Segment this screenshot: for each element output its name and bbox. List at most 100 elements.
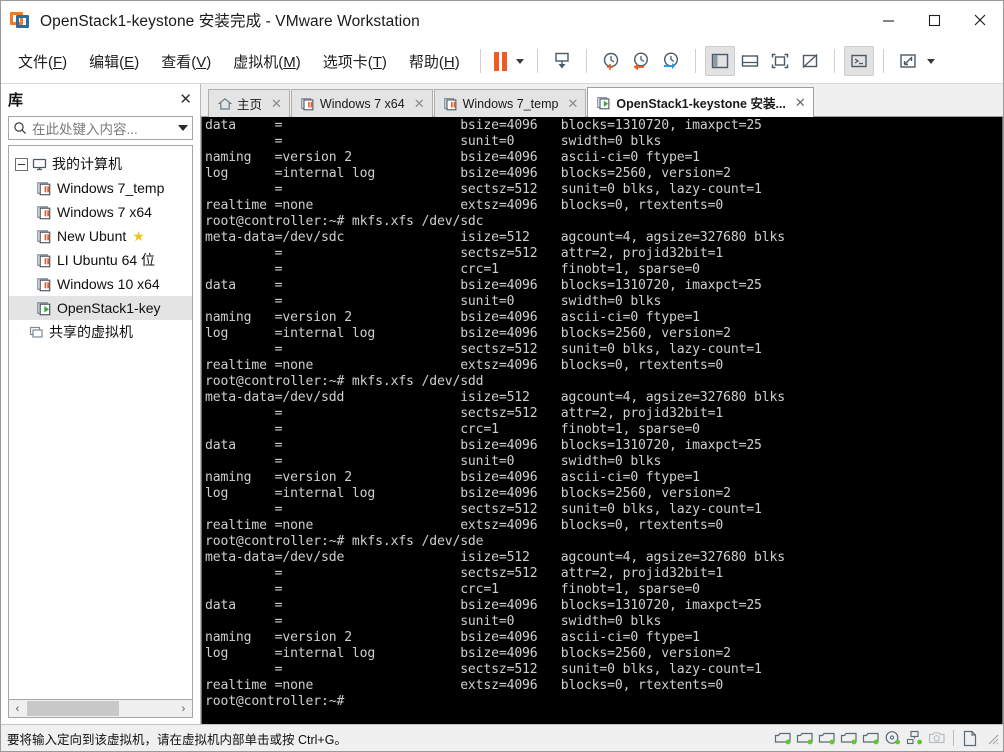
- menu-view[interactable]: 查看(V): [150, 45, 222, 78]
- search-dropdown-chevron-down-icon[interactable]: [178, 125, 188, 131]
- take-snapshot-button[interactable]: [596, 46, 626, 76]
- vm-suspended-icon: [37, 205, 52, 220]
- sidebar-item-windows-7-x64[interactable]: Windows 7 x64: [9, 200, 192, 224]
- close-button[interactable]: [957, 1, 1003, 39]
- console-button[interactable]: [843, 46, 874, 76]
- sidebar-item-shared-vms[interactable]: 共享的虚拟机: [9, 320, 192, 344]
- camera-icon[interactable]: [927, 729, 947, 747]
- scroll-right-arrow-icon[interactable]: ›: [175, 700, 192, 717]
- hard-disk-1-icon[interactable]: [773, 729, 793, 747]
- tab-close-icon[interactable]: ✕: [271, 96, 282, 112]
- status-device-icons: [773, 729, 999, 747]
- library-header: 库 ✕: [1, 84, 200, 114]
- search-input[interactable]: 在此处键入内容...: [8, 116, 193, 140]
- tab-home[interactable]: 主页 ✕: [208, 89, 290, 117]
- menu-file[interactable]: 文件(F): [7, 45, 78, 78]
- tab-windows-7-temp[interactable]: Windows 7_temp ✕: [433, 89, 587, 117]
- sidebar-item-li-ubuntu-64[interactable]: LI Ubuntu 64 位: [9, 248, 192, 272]
- menu-help[interactable]: 帮助(H): [398, 45, 471, 78]
- snapshot-manager-icon: [663, 52, 678, 69]
- sidebar-item-label: OpenStack1-key: [57, 300, 161, 316]
- sidebar-item-label: New Ubunt: [57, 228, 127, 244]
- library-close-icon[interactable]: ✕: [179, 92, 192, 107]
- statusbar: 要将输入定向到该虚拟机，请在虚拟机内部单击或按 Ctrl+G。: [1, 724, 1003, 751]
- tab-label: Windows 7 x64: [319, 96, 405, 111]
- hard-disk-4-icon[interactable]: [839, 729, 859, 747]
- library-scrollbar-wrap: ‹ ›: [1, 699, 200, 724]
- network-adapter-icon[interactable]: [905, 729, 925, 747]
- maximize-button[interactable]: [911, 1, 957, 39]
- toolbar-separator: [585, 49, 587, 73]
- suspend-button[interactable]: [490, 46, 512, 76]
- sidebar-item-windows-10-x64[interactable]: Windows 10 x64: [9, 272, 192, 296]
- library-horizontal-scrollbar[interactable]: ‹ ›: [8, 699, 193, 718]
- library-title: 库: [8, 91, 24, 109]
- tab-close-icon[interactable]: ✕: [414, 96, 425, 112]
- sidebar-item-label: LI Ubuntu 64 位: [57, 252, 156, 268]
- vm-suspended-icon: [37, 253, 52, 268]
- collapse-expander-icon[interactable]: [15, 157, 28, 171]
- toolbar-separator: [536, 49, 538, 73]
- hard-disk-2-icon[interactable]: [795, 729, 815, 747]
- library-search: 在此处键入内容...: [1, 114, 200, 145]
- terminal-output: data = bsize=4096 blocks=1310720, imaxpc…: [205, 118, 785, 709]
- stretch-button[interactable]: [893, 46, 923, 76]
- revert-snapshot-icon: [633, 52, 648, 71]
- hard-disk-3-icon[interactable]: [817, 729, 837, 747]
- scrollbar-thumb[interactable]: [27, 701, 119, 716]
- vm-console[interactable]: data = bsize=4096 blocks=1310720, imaxpc…: [201, 117, 1003, 724]
- scroll-left-arrow-icon[interactable]: ‹: [9, 700, 26, 717]
- sidebar-item-windows-7-temp[interactable]: Windows 7_temp: [9, 176, 192, 200]
- document-icon[interactable]: [960, 729, 980, 747]
- window-title: OpenStack1-keystone 安装完成 - VMware Workst…: [40, 13, 420, 30]
- sidebar-item-label: 共享的虚拟机: [49, 324, 133, 340]
- toolbar-separator: [833, 49, 835, 73]
- home-icon: [218, 97, 232, 110]
- tab-close-icon[interactable]: ✕: [567, 96, 578, 112]
- vmware-workstation-window: OpenStack1-keystone 安装完成 - VMware Workst…: [0, 0, 1004, 752]
- sidebar-item-new-ubunt[interactable]: New Ubunt ★: [9, 224, 192, 248]
- snapshot-manager-button[interactable]: [656, 46, 686, 76]
- sidebar-item-label: Windows 7_temp: [57, 180, 165, 196]
- vm-running-icon: [597, 96, 610, 109]
- main-panel: 主页 ✕ Windows 7 x64 ✕ Windows 7_temp ✕ Op…: [201, 84, 1003, 724]
- fullscreen-button[interactable]: [765, 46, 795, 76]
- search-placeholder: 在此处键入内容...: [32, 122, 138, 137]
- sidebar-panel-icon: [711, 53, 728, 69]
- cd-dvd-icon[interactable]: [883, 729, 903, 747]
- snapshot-button[interactable]: [547, 46, 577, 76]
- unity-button[interactable]: [795, 46, 825, 76]
- menu-vm[interactable]: 虚拟机(M): [222, 45, 312, 78]
- scrollbar-track[interactable]: [26, 700, 175, 717]
- stretch-icon: [900, 54, 916, 68]
- vm-suspended-icon: [443, 97, 457, 110]
- hard-disk-5-icon[interactable]: [861, 729, 881, 747]
- revert-snapshot-button[interactable]: [626, 46, 656, 76]
- tab-label: OpenStack1-keystone 安装...: [616, 97, 786, 111]
- tab-openstack1-keystone[interactable]: OpenStack1-keystone 安装... ✕: [587, 87, 814, 117]
- titlebar: OpenStack1-keystone 安装完成 - VMware Workst…: [1, 1, 1003, 39]
- vm-suspended-icon: [37, 277, 52, 292]
- menu-tabs[interactable]: 选项卡(T): [312, 45, 398, 78]
- resize-grip-icon[interactable]: [985, 731, 999, 745]
- sidebar-item-openstack1-keystone[interactable]: OpenStack1-key: [9, 296, 192, 320]
- tab-windows-7-x64[interactable]: Windows 7 x64 ✕: [290, 89, 433, 117]
- snapshot-icon: [555, 52, 569, 69]
- sidebar-item-label: Windows 10 x64: [57, 276, 160, 292]
- menu-edit[interactable]: 编辑(E): [78, 45, 150, 78]
- minimize-button[interactable]: [865, 1, 911, 39]
- power-dropdown[interactable]: [512, 46, 528, 76]
- tree-root-label: 我的计算机: [52, 156, 122, 172]
- favorite-star-icon[interactable]: ★: [132, 229, 145, 243]
- tab-close-icon[interactable]: ✕: [795, 95, 806, 111]
- terminal-icon: [851, 54, 867, 68]
- stretch-dropdown[interactable]: [923, 46, 939, 76]
- tabbar: 主页 ✕ Windows 7 x64 ✕ Windows 7_temp ✕ Op…: [201, 84, 1003, 117]
- show-library-button[interactable]: [704, 46, 735, 76]
- unity-mode-icon: [802, 53, 818, 69]
- shared-vms-icon: [29, 325, 44, 340]
- vm-library-tree: 我的计算机 Windows 7_temp Windows 7 x64 New U…: [8, 145, 193, 699]
- tree-root-my-computer[interactable]: 我的计算机: [9, 152, 192, 176]
- tab-label: 主页: [237, 98, 263, 112]
- show-thumbnail-button[interactable]: [735, 46, 765, 76]
